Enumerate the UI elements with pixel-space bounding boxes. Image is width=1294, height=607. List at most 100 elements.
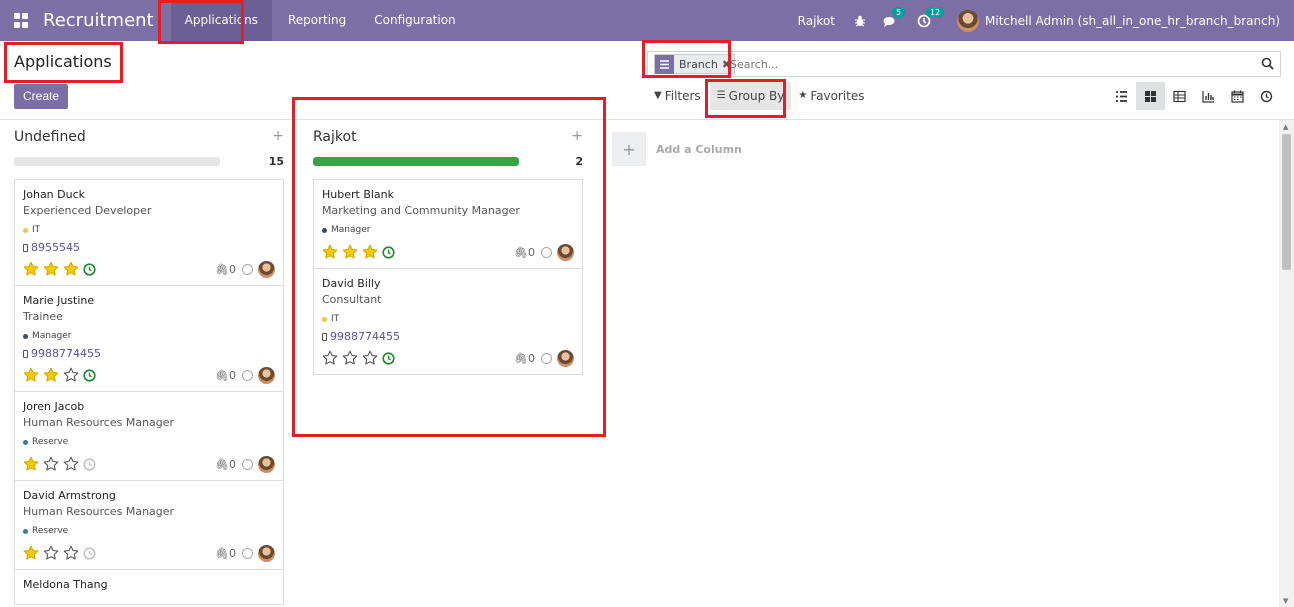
calendar-view-button[interactable] (1223, 82, 1252, 110)
activity-clock-icon[interactable] (382, 351, 395, 365)
star-empty-icon[interactable] (43, 545, 59, 561)
star-empty-icon[interactable] (322, 350, 338, 366)
phone-number[interactable]: 9988774455 (31, 347, 101, 360)
star-empty-icon[interactable] (63, 545, 79, 561)
menu-applications[interactable]: Applications (170, 0, 272, 41)
messages-count-badge: 5 (892, 6, 906, 18)
menu-configuration[interactable]: Configuration (360, 0, 469, 41)
assignee-avatar[interactable] (258, 261, 275, 278)
star-filled-icon[interactable] (43, 261, 59, 277)
add-column[interactable]: + Add a Column (612, 132, 742, 166)
kanban-card[interactable]: David Armstrong Human Resources Manager Re… (14, 481, 284, 570)
attachment-count: 🖇︎0 (215, 369, 236, 382)
graph-view-button[interactable] (1194, 82, 1223, 110)
card-footer-right: 🖇︎0 (215, 367, 275, 384)
activity-clock-icon[interactable] (83, 262, 96, 276)
kanban-state-icon[interactable] (242, 370, 253, 381)
star-empty-icon[interactable] (43, 456, 59, 472)
scroll-down-icon[interactable]: ▼ (1283, 597, 1288, 605)
star-filled-icon[interactable] (63, 261, 79, 277)
menu-reporting[interactable]: Reporting (274, 0, 360, 41)
quick-create-plus-icon[interactable]: + (571, 128, 583, 144)
messages-icon[interactable]: 5 (883, 6, 906, 28)
activities-icon[interactable]: 12 (917, 6, 945, 28)
attachment-number: 0 (229, 369, 236, 382)
user-menu[interactable]: Mitchell Admin (sh_all_in_one_hr_branch_… (985, 14, 1280, 28)
create-button[interactable]: Create (14, 84, 68, 109)
attachment-number: 0 (528, 352, 535, 365)
calendar-icon (1231, 90, 1244, 103)
vertical-scrollbar[interactable]: ▲ ▼ (1279, 120, 1294, 607)
star-filled-icon[interactable] (362, 244, 378, 260)
scroll-up-icon[interactable]: ▲ (1283, 123, 1288, 131)
groupby-button[interactable]: ☰ Group By (709, 82, 792, 110)
job-position: Human Resources Manager (23, 416, 175, 429)
assignee-avatar[interactable] (258, 367, 275, 384)
star-empty-icon[interactable] (63, 367, 79, 383)
progress-bar[interactable] (14, 157, 220, 166)
search-facet-branch[interactable]: Branch ✖ (654, 54, 736, 74)
assignee-avatar[interactable] (557, 244, 574, 261)
activity-clock-icon[interactable] (382, 245, 395, 259)
activity-clock-icon[interactable] (83, 368, 96, 382)
star-empty-icon[interactable] (342, 350, 358, 366)
star-filled-icon[interactable] (23, 367, 39, 383)
star-filled-icon[interactable] (23, 545, 39, 561)
list-view-button[interactable] (1107, 82, 1136, 110)
assignee-avatar[interactable] (557, 350, 574, 367)
star-filled-icon[interactable] (23, 261, 39, 277)
kanban-card[interactable]: David Billy Consultant IT 9988774455 🖇︎0 (313, 269, 583, 375)
activity-view-button[interactable] (1252, 82, 1281, 110)
column-title[interactable]: Rajkot (313, 129, 357, 145)
kanban-state-icon[interactable] (242, 264, 253, 275)
search-input[interactable] (730, 56, 1230, 73)
add-column-label[interactable]: Add a Column (656, 143, 742, 156)
paperclip-icon: 🖇︎ (514, 246, 528, 259)
quick-create-plus-icon[interactable]: + (272, 128, 284, 144)
kanban-state-icon[interactable] (541, 247, 552, 258)
add-column-plus-icon[interactable]: + (612, 132, 646, 166)
attachment-number: 0 (528, 246, 535, 259)
search-bar[interactable]: Branch ✖ (647, 51, 1281, 77)
branch-switcher[interactable]: Rajkot (798, 14, 835, 28)
assignee-avatar[interactable] (258, 456, 275, 473)
star-filled-icon[interactable] (342, 244, 358, 260)
kanban-state-icon[interactable] (541, 353, 552, 364)
pivot-view-button[interactable] (1165, 82, 1194, 110)
phone-number[interactable]: 8955545 (31, 241, 80, 254)
star-filled-icon[interactable] (43, 367, 59, 383)
activity-clock-icon[interactable] (83, 457, 96, 471)
filters-button[interactable]: ▼ Filters (647, 82, 708, 110)
kanban-card[interactable]: Marie Justine Trainee Manager 9988774455 🖇︎… (14, 286, 284, 392)
favorites-button[interactable]: ★ Favorites (791, 82, 871, 110)
apps-menu-icon[interactable] (14, 12, 30, 29)
scroll-thumb[interactable] (1282, 134, 1291, 270)
user-avatar[interactable] (957, 9, 979, 32)
activity-clock-icon[interactable] (83, 546, 96, 560)
priority-stars (23, 456, 96, 472)
star-empty-icon[interactable] (362, 350, 378, 366)
star-empty-icon[interactable] (63, 456, 79, 472)
search-icon[interactable] (1261, 57, 1274, 70)
kanban-state-icon[interactable] (242, 459, 253, 470)
assignee-avatar[interactable] (258, 545, 275, 562)
phone-number[interactable]: 9988774455 (330, 330, 400, 343)
progress-bar[interactable] (313, 157, 519, 166)
kanban-card[interactable]: Hubert Blank Marketing and Community Mana… (313, 179, 583, 269)
attachment-count: 🖇︎0 (514, 246, 535, 259)
kanban-card[interactable]: Joren Jacob Human Resources Manager Reserv… (14, 392, 284, 481)
tag-badge: Reserve (23, 526, 275, 536)
card-footer-right: 🖇︎0 (215, 261, 275, 278)
column-title[interactable]: Undefined (14, 129, 86, 145)
tag-color-dot (23, 439, 28, 445)
kanban-view-button[interactable] (1136, 82, 1165, 110)
star-filled-icon[interactable] (23, 456, 39, 472)
kanban-card[interactable]: Meldona Thang (14, 570, 284, 605)
kanban-card[interactable]: Johan Duck Experienced Developer IT 8955545… (14, 179, 284, 286)
star-filled-icon[interactable] (322, 244, 338, 260)
bug-icon[interactable] (853, 14, 867, 28)
app-brand[interactable]: Recruitment (43, 10, 154, 31)
kanban-state-icon[interactable] (242, 548, 253, 559)
applicant-name: David Billy (322, 277, 381, 290)
card-footer-right: 🖇︎0 (215, 545, 275, 562)
